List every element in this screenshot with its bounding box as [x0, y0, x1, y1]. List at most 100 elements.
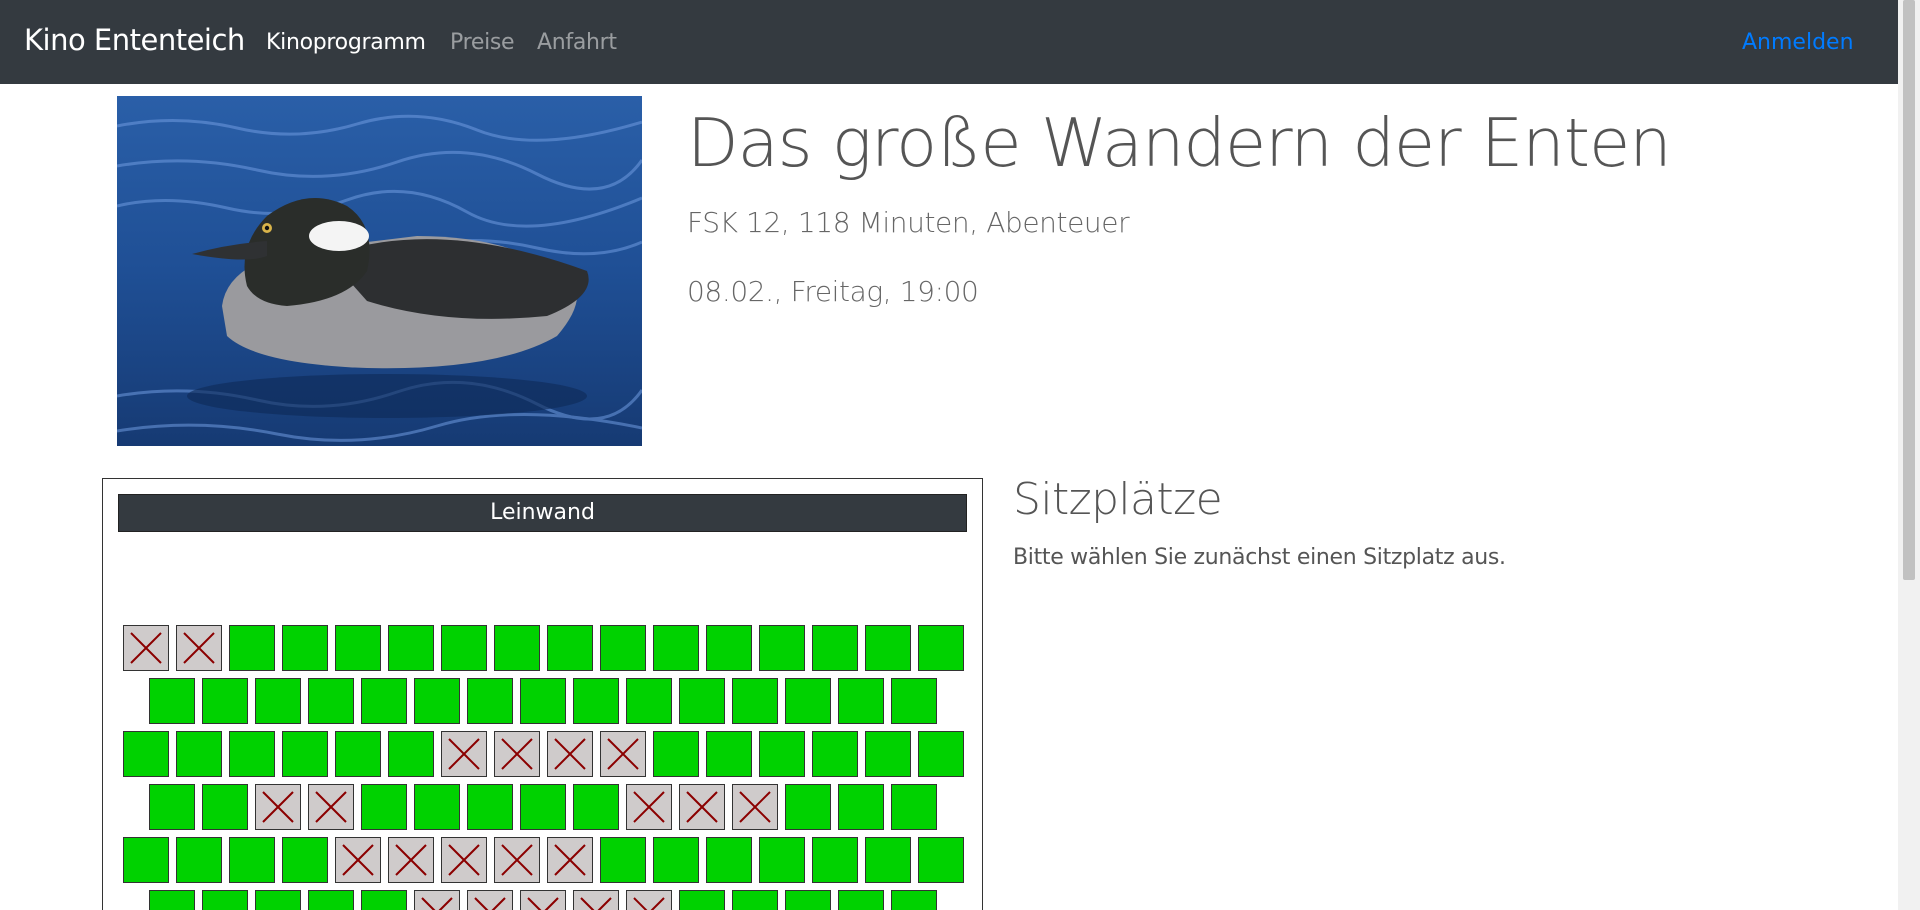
seat-free[interactable]: [573, 678, 619, 724]
cross-icon: [633, 897, 665, 910]
seat-free[interactable]: [308, 678, 354, 724]
cross-icon: [183, 632, 215, 664]
seat-free[interactable]: [785, 678, 831, 724]
seat-free[interactable]: [123, 837, 169, 883]
seat-free[interactable]: [918, 731, 964, 777]
seat-free[interactable]: [865, 625, 911, 671]
login-link[interactable]: Anmelden: [1742, 30, 1854, 55]
page-scrollbar[interactable]: [1898, 0, 1920, 910]
seat-free[interactable]: [918, 625, 964, 671]
seat-free[interactable]: [335, 731, 381, 777]
seat-free[interactable]: [891, 678, 937, 724]
cross-icon: [554, 738, 586, 770]
seat-free[interactable]: [679, 890, 725, 910]
seat-taken: [388, 837, 434, 883]
seat-free[interactable]: [785, 890, 831, 910]
seat-free[interactable]: [706, 731, 752, 777]
seat-taken: [626, 784, 672, 830]
seat-taken: [255, 784, 301, 830]
seat-free[interactable]: [838, 784, 884, 830]
seat-free[interactable]: [282, 625, 328, 671]
seat-free[interactable]: [573, 784, 619, 830]
seat-free[interactable]: [679, 678, 725, 724]
seat-free[interactable]: [706, 625, 752, 671]
seat-free[interactable]: [255, 678, 301, 724]
seat-free[interactable]: [308, 890, 354, 910]
seat-free[interactable]: [865, 731, 911, 777]
cross-icon: [315, 791, 347, 823]
seat-free[interactable]: [600, 837, 646, 883]
seat-free[interactable]: [706, 837, 752, 883]
seat-taken: [176, 625, 222, 671]
seat-free[interactable]: [202, 784, 248, 830]
seat-free[interactable]: [653, 731, 699, 777]
seat-free[interactable]: [467, 678, 513, 724]
seat-free[interactable]: [759, 625, 805, 671]
seat-free[interactable]: [361, 678, 407, 724]
seat-free[interactable]: [149, 784, 195, 830]
seat-free[interactable]: [361, 890, 407, 910]
seat-free[interactable]: [388, 731, 434, 777]
movie-showtime: 08.02., Freitag, 19:00: [687, 275, 979, 308]
seat-free[interactable]: [202, 890, 248, 910]
seat-free[interactable]: [520, 784, 566, 830]
nav-link-preise[interactable]: Preise: [450, 30, 515, 55]
seat-free[interactable]: [759, 731, 805, 777]
cross-icon: [580, 897, 612, 910]
nav-link-kinoprogramm[interactable]: Kinoprogramm: [266, 30, 426, 55]
seat-taken: [441, 837, 487, 883]
seat-free[interactable]: [414, 784, 460, 830]
seat-free[interactable]: [467, 784, 513, 830]
seat-free[interactable]: [838, 890, 884, 910]
seat-free[interactable]: [653, 837, 699, 883]
cross-icon: [501, 738, 533, 770]
scrollbar-thumb[interactable]: [1903, 0, 1915, 580]
seat-free[interactable]: [812, 625, 858, 671]
seat-free[interactable]: [282, 837, 328, 883]
movie-meta: FSK 12, 118 Minuten, Abenteuer: [687, 206, 1130, 239]
seat-free[interactable]: [653, 625, 699, 671]
seat-free[interactable]: [282, 731, 328, 777]
seat-free[interactable]: [229, 731, 275, 777]
seat-free[interactable]: [361, 784, 407, 830]
seat-free[interactable]: [759, 837, 805, 883]
seat-free[interactable]: [812, 731, 858, 777]
cross-icon: [421, 897, 453, 910]
seat-free[interactable]: [520, 678, 566, 724]
seat-free[interactable]: [918, 837, 964, 883]
seat-free[interactable]: [176, 731, 222, 777]
seat-taken: [467, 890, 513, 910]
seat-free[interactable]: [732, 678, 778, 724]
seat-free[interactable]: [494, 625, 540, 671]
seat-free[interactable]: [335, 625, 381, 671]
seat-free[interactable]: [865, 837, 911, 883]
seat-free[interactable]: [600, 625, 646, 671]
seat-free[interactable]: [785, 784, 831, 830]
seat-free[interactable]: [255, 890, 301, 910]
seat-free[interactable]: [123, 731, 169, 777]
seat-free[interactable]: [626, 678, 672, 724]
seat-free[interactable]: [838, 678, 884, 724]
cross-icon: [395, 844, 427, 876]
seat-taken: [494, 837, 540, 883]
duck-photo-icon: [117, 96, 642, 446]
movie-title: Das große Wandern der Enten: [687, 104, 1672, 182]
seat-free[interactable]: [229, 625, 275, 671]
seat-free[interactable]: [149, 890, 195, 910]
seats-hint: Bitte wählen Sie zunächst einen Sitzplat…: [1013, 545, 1506, 570]
seat-free[interactable]: [176, 837, 222, 883]
seat-free[interactable]: [441, 625, 487, 671]
seat-free[interactable]: [388, 625, 434, 671]
seat-free[interactable]: [812, 837, 858, 883]
brand-logo[interactable]: Kino Ententeich: [24, 23, 245, 57]
seat-free[interactable]: [414, 678, 460, 724]
seat-free[interactable]: [891, 890, 937, 910]
seat-free[interactable]: [732, 890, 778, 910]
nav-link-anfahrt[interactable]: Anfahrt: [537, 30, 617, 55]
cross-icon: [633, 791, 665, 823]
seat-free[interactable]: [149, 678, 195, 724]
seat-free[interactable]: [891, 784, 937, 830]
seat-free[interactable]: [547, 625, 593, 671]
seat-free[interactable]: [229, 837, 275, 883]
seat-free[interactable]: [202, 678, 248, 724]
